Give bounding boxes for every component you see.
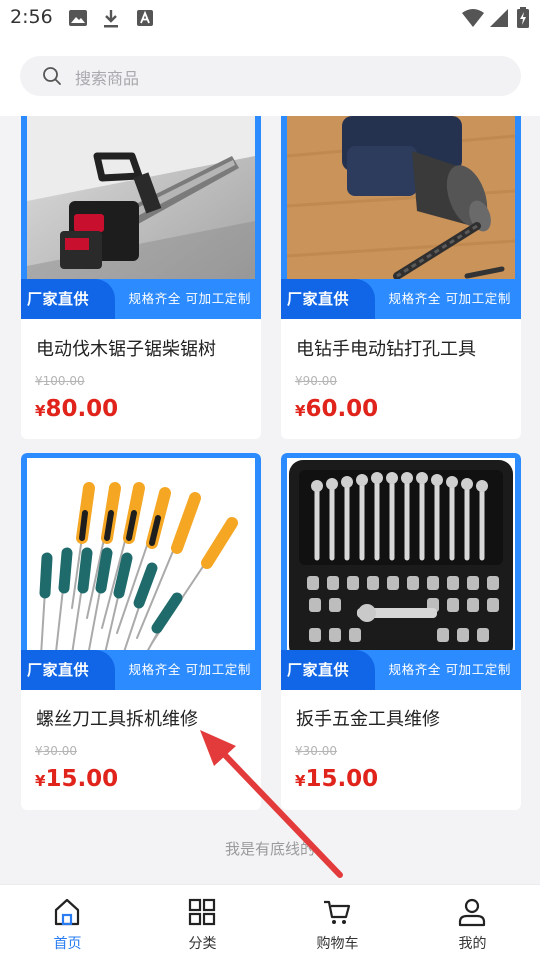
product-card[interactable]: 厂家直供 规格齐全 可加工定制 电钻手电动钻打孔工具 ¥90.00 ¥60.00 <box>281 116 521 439</box>
sale-price: ¥80.00 <box>35 396 118 422</box>
banner-tag: 厂家直供 <box>281 650 375 690</box>
text-a-icon <box>137 10 153 26</box>
sale-price: ¥60.00 <box>295 396 378 422</box>
card-banner: 厂家直供 规格齐全 可加工定制 <box>21 279 261 319</box>
image-icon <box>69 10 87 26</box>
original-price: ¥100.00 <box>35 374 85 388</box>
status-bar: 2:56 <box>0 0 540 38</box>
price-value: 15.00 <box>45 766 119 792</box>
price-value: 80.00 <box>45 396 119 422</box>
card-banner: 厂家直供 规格齐全 可加工定制 <box>281 650 521 690</box>
banner-tag: 厂家直供 <box>21 650 115 690</box>
tab-label: 分类 <box>188 936 217 952</box>
search-icon <box>43 67 61 85</box>
currency-symbol: ¥ <box>35 772 46 790</box>
battery-charging-icon <box>517 7 529 28</box>
tab-label: 购物车 <box>316 936 359 952</box>
product-title: 扳手五金工具维修 <box>296 709 440 730</box>
tab-label: 我的 <box>458 936 487 952</box>
product-title: 电动伐木锯子锯柴锯树 <box>36 339 216 360</box>
home-icon <box>54 898 80 926</box>
tab-mine[interactable]: 我的 <box>405 885 540 960</box>
tab-home[interactable]: 首页 <box>0 885 135 960</box>
search-placeholder: 搜索商品 <box>75 69 140 88</box>
search-input[interactable]: 搜索商品 <box>20 56 521 96</box>
bottom-tab-bar: 首页 分类 购物车 我的 <box>0 884 540 960</box>
banner-text: 规格齐全 可加工定制 <box>128 662 251 677</box>
product-card[interactable]: 厂家直供 规格齐全 可加工定制 电动伐木锯子锯柴锯树 ¥100.00 ¥80.0… <box>21 116 261 439</box>
grid-icon <box>188 898 216 926</box>
sale-price: ¥15.00 <box>295 766 378 792</box>
end-of-list-note: 我是有底线的 <box>224 840 315 858</box>
original-price: ¥30.00 <box>295 744 337 758</box>
original-price: ¥30.00 <box>35 744 77 758</box>
product-title: 电钻手电动钻打孔工具 <box>296 339 476 360</box>
tab-category[interactable]: 分类 <box>135 885 270 960</box>
tab-cart[interactable]: 购物车 <box>270 885 405 960</box>
status-time: 2:56 <box>10 6 53 28</box>
download-icon <box>104 10 118 28</box>
user-icon <box>458 898 486 927</box>
wifi-icon <box>462 9 484 27</box>
currency-symbol: ¥ <box>295 402 306 420</box>
search-bar: 搜索商品 <box>0 38 540 116</box>
banner-text: 规格齐全 可加工定制 <box>388 662 511 677</box>
banner-text: 规格齐全 可加工定制 <box>128 291 251 306</box>
cellular-signal-icon <box>490 9 508 27</box>
banner-tag: 厂家直供 <box>21 279 115 319</box>
banner-tag: 厂家直供 <box>281 279 375 319</box>
product-title: 螺丝刀工具拆机维修 <box>36 709 198 730</box>
cart-icon <box>324 900 351 924</box>
original-price: ¥90.00 <box>295 374 337 388</box>
card-banner: 厂家直供 规格齐全 可加工定制 <box>281 279 521 319</box>
product-card[interactable]: 厂家直供 规格齐全 可加工定制 扳手五金工具维修 ¥30.00 ¥15.00 <box>281 453 521 810</box>
card-banner: 厂家直供 规格齐全 可加工定制 <box>21 650 261 690</box>
currency-symbol: ¥ <box>35 402 46 420</box>
banner-text: 规格齐全 可加工定制 <box>388 291 511 306</box>
price-value: 15.00 <box>305 766 379 792</box>
price-value: 60.00 <box>305 396 379 422</box>
currency-symbol: ¥ <box>295 772 306 790</box>
sale-price: ¥15.00 <box>35 766 118 792</box>
product-card[interactable]: 厂家直供 规格齐全 可加工定制 螺丝刀工具拆机维修 ¥30.00 ¥15.00 <box>21 453 261 810</box>
tab-label: 首页 <box>53 936 82 952</box>
